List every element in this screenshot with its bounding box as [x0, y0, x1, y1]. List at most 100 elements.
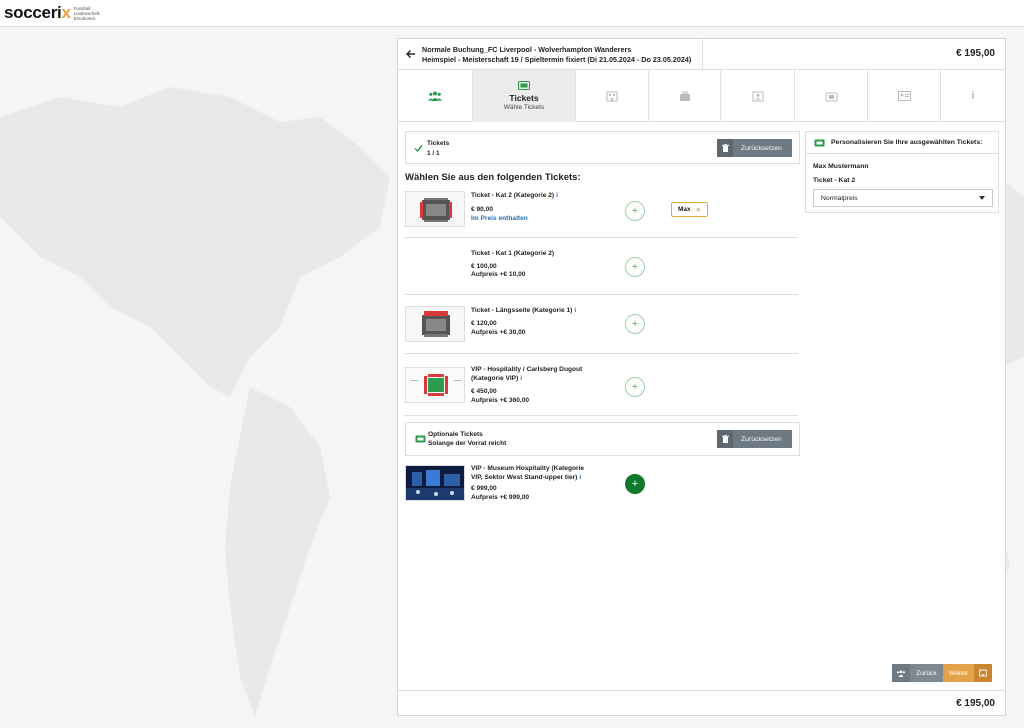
- hospitality-photo: [405, 465, 465, 501]
- ticket-icon: [814, 139, 825, 146]
- ticket-name: VIP - Museum Hospitality (Kategorie VIP,…: [471, 465, 585, 481]
- stadium-map-image: [405, 306, 465, 342]
- tab-tickets[interactable]: Tickets Wähle Tickets: [473, 70, 576, 122]
- ticket-surcharge: Aufpreis +€ 360,00: [471, 397, 530, 404]
- info-icon: i: [971, 90, 975, 102]
- personalization-header: Personalisieren Sie Ihre ausgewählten Ti…: [806, 132, 998, 154]
- hotel-icon: [974, 664, 993, 682]
- info-icon[interactable]: i: [579, 474, 581, 481]
- ticket-price: € 120,00: [471, 320, 497, 327]
- ticket-name: Ticket - Kat 2 (Kategorie 2) i: [471, 192, 558, 199]
- header-divider: [702, 39, 703, 70]
- tab-hotel[interactable]: [576, 70, 649, 122]
- trash-icon: [717, 139, 733, 157]
- step-tabs: Tickets Wähle Tickets i: [398, 70, 1005, 122]
- booking-footer: € 195,00: [398, 690, 1005, 716]
- ticket-row: Ticket - Kat 2 (Kategorie 2) i € 90,00 Im…: [405, 184, 798, 238]
- reset-tickets-button[interactable]: Zurücksetzen: [717, 139, 792, 157]
- hotel-icon: [606, 91, 618, 101]
- optional-tickets-header: Optionale Tickets Solange der Vorrat rei…: [405, 422, 800, 456]
- tab-media[interactable]: [795, 70, 868, 122]
- add-ticket-button[interactable]: +: [625, 314, 645, 334]
- person-name: Max Mustermann: [813, 163, 869, 170]
- booking-title: Normale Buchung_FC Liverpool - Wolverham…: [422, 45, 691, 65]
- ticket-row: Ticket - Längsseite (Kategorie 1) i € 120…: [405, 295, 798, 354]
- back-button[interactable]: Zurück: [892, 664, 943, 682]
- tab-id-card[interactable]: [868, 70, 941, 122]
- add-ticket-button[interactable]: +: [625, 201, 645, 221]
- check-icon: [414, 145, 423, 153]
- add-ticket-button[interactable]: +: [625, 257, 645, 277]
- add-optional-ticket-button[interactable]: +: [625, 474, 645, 494]
- id-card-icon: [897, 91, 911, 101]
- person-card-icon: [752, 91, 763, 101]
- booking-header: Normale Buchung_FC Liverpool - Wolverham…: [398, 39, 1005, 70]
- ticket-name: Ticket - Längsseite (Kategorie 1) i: [471, 307, 577, 314]
- tab-tickets-label: Tickets: [509, 93, 539, 103]
- reset-optional-label: Zurücksetzen: [741, 435, 782, 443]
- personalization-panel: Personalisieren Sie Ihre ausgewählten Ti…: [805, 131, 999, 213]
- booking-title-line1: Normale Buchung_FC Liverpool - Wolverham…: [422, 45, 632, 54]
- ticket-name: VIP - Hospitality / Carlsberg Dugout (Ka…: [471, 366, 583, 382]
- ticket-surcharge: Aufpreis +€ 999,00: [471, 494, 530, 501]
- optional-tickets-sub: Solange der Vorrat reicht: [428, 440, 507, 447]
- summary-label: Tickets: [427, 140, 450, 147]
- tab-tickets-sub: Wähle Tickets: [503, 104, 545, 111]
- ticket-row: Ticket - Kat 1 (Kategorie 2) € 100,00 Au…: [405, 238, 798, 295]
- booking-panel: Normale Buchung_FC Liverpool - Wolverham…: [397, 38, 1006, 716]
- next-label: Weiter: [948, 669, 969, 677]
- close-icon[interactable]: ✕: [696, 206, 701, 214]
- tab-person-data[interactable]: [721, 70, 795, 122]
- arrow-left-icon[interactable]: [405, 48, 417, 60]
- ticket-surcharge: Aufpreis +€ 30,00: [471, 329, 526, 336]
- tickets-summary: Tickets 1 / 1 Zurücksetzen: [405, 131, 800, 164]
- assigned-person-chip[interactable]: Max ✕: [671, 202, 708, 217]
- plus-icon: +: [631, 261, 639, 273]
- camera-icon: [825, 92, 837, 101]
- ticket-surcharge: Aufpreis +€ 10,00: [471, 271, 526, 278]
- reset-tickets-label: Zurücksetzen: [741, 144, 782, 152]
- ticket-row: VIP - Hospitality / Carlsberg Dugout (Ka…: [405, 354, 798, 416]
- summary-count: 1 / 1: [427, 150, 440, 157]
- brand-tagline: Fussball. Leidenschaft. Emotionen.: [73, 6, 101, 21]
- plus-icon: +: [631, 381, 639, 393]
- next-button[interactable]: Weiter: [942, 664, 993, 682]
- info-icon[interactable]: i: [556, 192, 558, 199]
- trash-icon: [717, 430, 733, 448]
- ticket-price: € 450,00: [471, 388, 497, 395]
- optional-ticket-row: VIP - Museum Hospitality (Kategorie VIP,…: [405, 459, 798, 507]
- people-icon: [892, 664, 910, 682]
- price-type-value: Normalpreis: [821, 194, 858, 202]
- people-icon: [428, 91, 442, 101]
- chevron-down-icon: [979, 196, 985, 200]
- optional-tickets-label: Optionale Tickets: [428, 431, 483, 438]
- personalization-title: Personalisieren Sie Ihre ausgewählten Ti…: [831, 139, 983, 146]
- ticket-name: Ticket - Kat 1 (Kategorie 2): [471, 250, 555, 257]
- plus-icon: +: [631, 205, 639, 217]
- back-label: Zurück: [916, 669, 937, 677]
- step-navigation: Zurück Weiter: [892, 664, 993, 682]
- stadium-map-image: [405, 367, 465, 403]
- ticket-icon: [518, 81, 530, 90]
- ticket-icon: [415, 435, 426, 443]
- price-type-select[interactable]: Normalpreis: [813, 189, 993, 207]
- footer-total-price: € 195,00: [956, 698, 995, 709]
- tab-info[interactable]: i: [941, 70, 1005, 122]
- info-icon[interactable]: i: [574, 307, 576, 314]
- add-ticket-button[interactable]: +: [625, 377, 645, 397]
- brand-logo[interactable]: soccerix Fussball. Leidenschaft. Emotion…: [4, 3, 100, 23]
- section-title: Wählen Sie aus den folgenden Tickets:: [405, 172, 581, 183]
- info-icon[interactable]: i: [520, 375, 522, 382]
- booking-title-line2: Heimspiel - Meisterschaft 19 / Spielterm…: [422, 55, 692, 64]
- plus-icon: +: [631, 478, 639, 490]
- brand-name: soccerix: [4, 3, 71, 22]
- tab-participants[interactable]: [398, 70, 473, 122]
- stadium-map-image: [405, 191, 465, 227]
- plus-icon: +: [631, 318, 639, 330]
- ticket-included: Im Preis enthalten: [471, 215, 528, 222]
- ticket-price: € 999,00: [471, 485, 497, 492]
- tab-luggage[interactable]: [649, 70, 721, 122]
- luggage-icon: [679, 91, 690, 101]
- reset-optional-button[interactable]: Zurücksetzen: [717, 430, 792, 448]
- header-total-price: € 195,00: [956, 48, 995, 59]
